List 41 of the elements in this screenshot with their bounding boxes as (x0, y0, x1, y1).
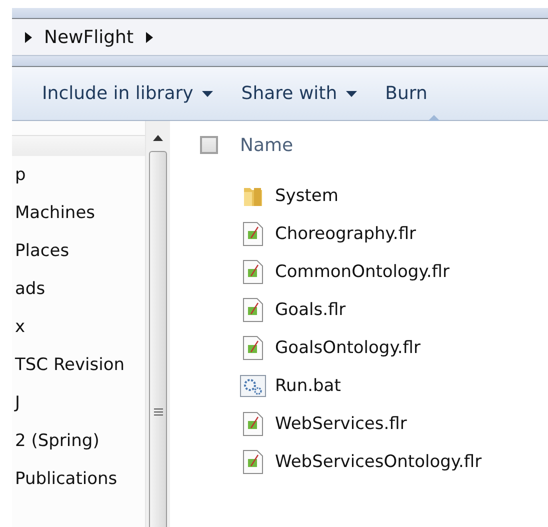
navigation-item[interactable]: p (12, 156, 145, 194)
gears-icon (240, 375, 266, 397)
file-name[interactable]: Goals.flr (275, 300, 346, 320)
breadcrumb-item[interactable]: NewFlight (44, 26, 134, 48)
file-name[interactable]: WebServicesOntology.flr (275, 452, 482, 472)
column-header[interactable]: Name (240, 134, 294, 156)
scrollbar[interactable] (145, 121, 170, 527)
toolbar-button[interactable]: Include in library (34, 77, 222, 110)
file-name[interactable]: System (275, 186, 338, 206)
breadcrumb-arrow-icon[interactable] (146, 32, 153, 42)
document-icon (243, 260, 263, 284)
toolbar-button[interactable]: Burn (377, 77, 436, 110)
grip-icon (154, 408, 162, 416)
breadcrumb-arrow-icon[interactable] (25, 32, 32, 42)
file-name[interactable]: WebServices.flr (275, 414, 407, 434)
caret-icon (346, 90, 358, 96)
navigation-item[interactable]: ads (12, 270, 145, 308)
address-bar[interactable]: NewFlight (12, 19, 548, 56)
document-icon (243, 298, 263, 322)
toolbar-button[interactable]: Share with (233, 77, 366, 110)
file-name[interactable]: CommonOntology.flr (275, 262, 450, 282)
document-icon (243, 336, 263, 360)
folder-icon (243, 185, 263, 207)
file-name[interactable]: Choreography.flr (275, 224, 416, 244)
caret-icon (202, 90, 214, 96)
navigation-item[interactable]: TSC Revision (12, 346, 145, 384)
navigation-item[interactable]: J (12, 384, 145, 422)
select-all-checkbox[interactable] (200, 136, 218, 154)
navigation-item[interactable]: Machines (12, 194, 145, 232)
document-icon (243, 450, 263, 474)
navigation-item[interactable]: x (12, 308, 145, 346)
scroll-up-arrow-icon[interactable] (153, 135, 163, 141)
scrollbar-thumb[interactable] (149, 151, 167, 527)
navigation-item[interactable]: Places (12, 232, 145, 270)
document-icon (243, 412, 263, 436)
navigation-item[interactable]: Publications (12, 460, 145, 498)
file-name[interactable]: GoalsOntology.flr (275, 338, 420, 358)
document-icon (243, 222, 263, 246)
sort-arrow-icon (428, 115, 440, 121)
navigation-item[interactable]: 2 (Spring) (12, 422, 145, 460)
file-name[interactable]: Run.bat (275, 376, 341, 396)
